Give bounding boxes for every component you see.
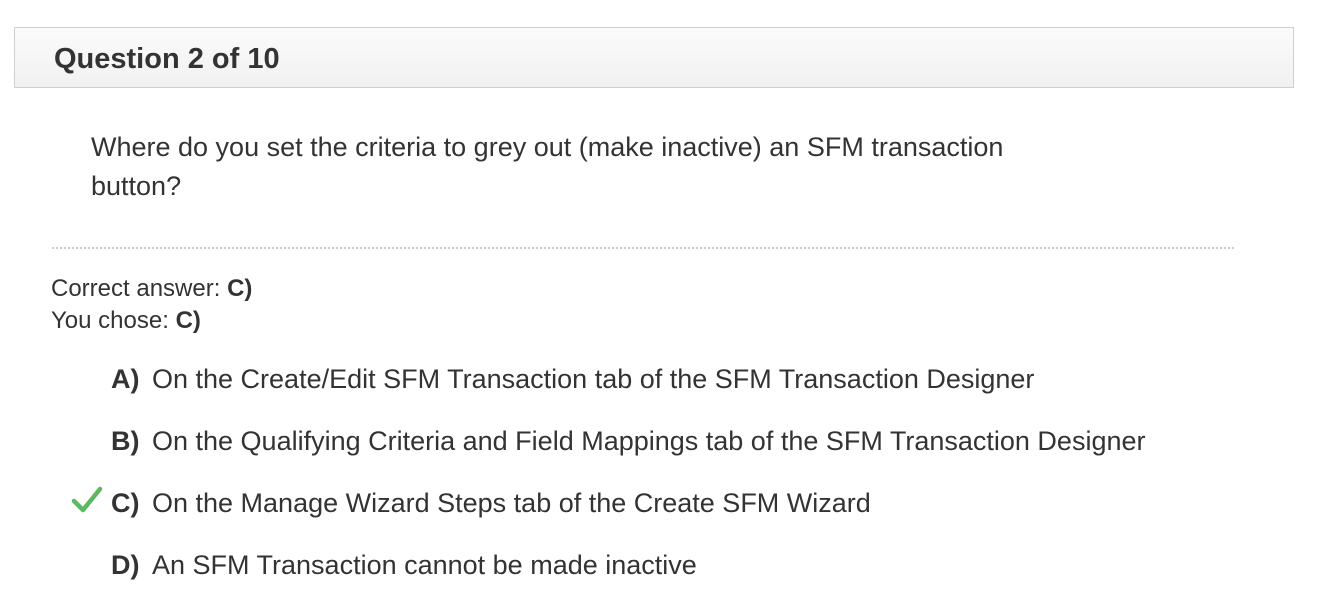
chosen-answer-label: You chose: [51, 307, 169, 334]
option-c: C) On the Manage Wizard Steps tab of the… [0, 481, 1324, 543]
option-text: An SFM Transaction cannot be made inacti… [152, 550, 697, 580]
answer-options: A) On the Create/Edit SFM Transaction ta… [0, 357, 1324, 605]
option-a: A) On the Create/Edit SFM Transaction ta… [0, 357, 1324, 419]
option-text: On the Create/Edit SFM Transaction tab o… [152, 364, 1035, 394]
dotted-divider [52, 247, 1234, 249]
option-d: D) An SFM Transaction cannot be made ina… [0, 543, 1324, 605]
option-b: B) On the Qualifying Criteria and Field … [0, 419, 1324, 481]
correct-answer-label: Correct answer: [51, 275, 221, 302]
correct-answer-value: C) [227, 275, 253, 302]
option-letter: A) [111, 364, 140, 394]
option-letter: D) [111, 550, 140, 580]
option-letter: B) [111, 426, 140, 456]
question-header: Question 2 of 10 [14, 27, 1294, 88]
question-text: Where do you set the criteria to grey ou… [91, 132, 1004, 201]
question-counter: Question 2 of 10 [54, 43, 280, 75]
answer-result: Correct answer: C) You chose: C) [51, 273, 252, 337]
correct-answer-row: Correct answer: C) [51, 273, 252, 305]
option-letter: C) [111, 488, 140, 518]
checkmark-icon [71, 486, 103, 513]
option-text: On the Qualifying Criteria and Field Map… [152, 426, 1146, 456]
chosen-answer-row: You chose: C) [51, 305, 252, 337]
option-text: On the Manage Wizard Steps tab of the Cr… [152, 488, 871, 518]
chosen-answer-value: C) [175, 307, 201, 334]
